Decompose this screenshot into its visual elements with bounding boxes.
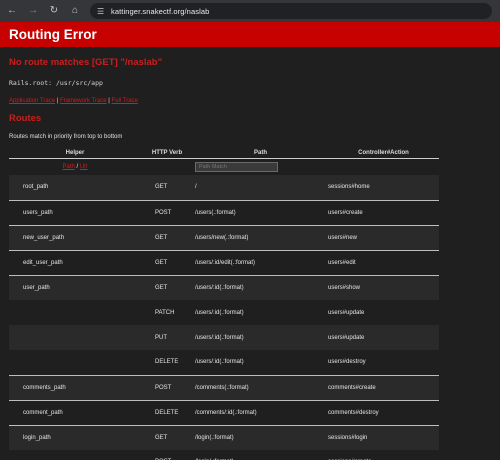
table-row: comment_path DELETE/comments/:id(.:format… — [9, 400, 439, 426]
helper-cell — [9, 450, 141, 460]
action-cell: comments#create — [328, 375, 439, 401]
path-cell: /login(.:format) — [193, 450, 328, 460]
full-trace-link[interactable]: Full Trace — [112, 98, 138, 104]
verb-cell: GET — [141, 425, 193, 450]
filter-row: Path / Url — [9, 158, 439, 175]
routes-heading: Routes — [9, 113, 42, 124]
url-text[interactable]: kattinger.snakectf.org/naslab — [111, 7, 209, 16]
table-row: comments_path POST/comments(.:format) comm… — [9, 375, 439, 401]
action-cell: sessions#home — [328, 175, 439, 201]
forward-icon[interactable]: → — [27, 5, 39, 17]
table-row: user_path GET/users/:id(.:format) users#sh… — [9, 275, 439, 300]
action-cell: users#show — [328, 275, 439, 300]
verb-cell: DELETE — [141, 350, 193, 376]
table-row: users_path POST/users(.:format) users#crea… — [9, 200, 439, 226]
helper-cell: users_path — [9, 200, 141, 226]
path-cell: /users(.:format) — [193, 200, 328, 226]
path-cell: /users/:id(.:format) — [193, 325, 328, 350]
column-header-action: Controller#Action — [328, 148, 439, 159]
action-cell: users#edit — [328, 250, 439, 276]
column-header-path: Path — [193, 148, 328, 159]
reload-icon[interactable]: ↻ — [48, 5, 60, 17]
action-cell: sessions#create — [328, 450, 439, 460]
verb-cell: GET — [141, 225, 193, 251]
table-row: PATCH/users/:id(.:format) users#update — [9, 300, 439, 325]
framework-trace-link[interactable]: Framework Trace — [60, 98, 107, 104]
site-info-icon[interactable]: ☰ — [97, 7, 106, 16]
path-format-link[interactable]: Path — [62, 164, 74, 170]
address-bar[interactable]: ☰ kattinger.snakectf.org/naslab — [90, 3, 492, 19]
table-row: DELETE/users/:id(.:format) users#destroy — [9, 350, 439, 376]
filter-path-cell — [193, 158, 328, 175]
verb-cell: POST — [141, 450, 193, 460]
action-cell: users#new — [328, 225, 439, 251]
table-row: new_user_path GET/users/new(.:format) user… — [9, 225, 439, 251]
routes-table: Helper HTTP Verb Path Controller#Action … — [9, 148, 439, 460]
path-cell: /users/:id(.:format) — [193, 300, 328, 325]
error-message: No route matches [GET] "/naslab" — [9, 57, 163, 68]
path-cell: /users/:id/edit(.:format) — [193, 250, 328, 276]
helper-cell — [9, 350, 141, 376]
column-header-helper: Helper — [9, 148, 141, 159]
table-row: PUT/users/:id(.:format) users#update — [9, 325, 439, 350]
helper-cell — [9, 300, 141, 325]
verb-cell: GET — [141, 250, 193, 276]
rails-root: Rails.root: /usr/src/app — [9, 79, 103, 87]
verb-cell: PATCH — [141, 300, 193, 325]
browser-toolbar: ← → ↻ ⌂ ☰ kattinger.snakectf.org/naslab — [0, 0, 500, 22]
routes-description: Routes match in priority from top to bot… — [9, 134, 123, 140]
helper-cell — [9, 325, 141, 350]
verb-cell: GET — [141, 275, 193, 300]
action-cell: sessions#login — [328, 425, 439, 450]
verb-cell: PUT — [141, 325, 193, 350]
helper-cell: root_path — [9, 175, 141, 201]
action-cell: users#update — [328, 300, 439, 325]
path-cell: /comments(.:format) — [193, 375, 328, 401]
url-format-link[interactable]: Url — [80, 164, 88, 170]
verb-cell: GET — [141, 175, 193, 201]
verb-cell: POST — [141, 375, 193, 401]
helper-cell: edit_user_path — [9, 250, 141, 276]
error-header: Routing Error — [0, 22, 500, 47]
filter-verb-cell — [141, 158, 193, 175]
action-cell: users#destroy — [328, 350, 439, 376]
verb-cell: DELETE — [141, 400, 193, 426]
table-row: root_path GET / sessions#home — [9, 175, 439, 201]
path-cell: / — [193, 175, 328, 201]
path-cell: /users/:id(.:format) — [193, 350, 328, 376]
table-row: POST/login(.:format)sessions#create — [9, 450, 439, 460]
verb-cell: POST — [141, 200, 193, 226]
back-icon[interactable]: ← — [6, 5, 18, 17]
application-trace-link[interactable]: Application Trace — [9, 98, 55, 104]
filter-action-cell — [328, 158, 439, 175]
helper-format-toggle: Path / Url — [9, 158, 141, 175]
home-icon[interactable]: ⌂ — [69, 5, 81, 17]
helper-cell: login_path — [9, 425, 141, 450]
helper-cell: comment_path — [9, 400, 141, 426]
action-cell: users#update — [328, 325, 439, 350]
helper-cell: user_path — [9, 275, 141, 300]
column-header-verb: HTTP Verb — [141, 148, 193, 159]
page-title: Routing Error — [9, 27, 97, 42]
helper-cell: comments_path — [9, 375, 141, 401]
action-cell: comments#destroy — [328, 400, 439, 426]
table-row: login_path GET/login(.:format) sessions#lo… — [9, 425, 439, 450]
trace-links: Application Trace | Framework Trace | Fu… — [9, 98, 491, 104]
page: Routing Error No route matches [GET] "/n… — [0, 22, 500, 460]
path-cell: /comments/:id(.:format) — [193, 400, 328, 426]
path-match-input[interactable] — [195, 161, 278, 172]
action-cell: users#create — [328, 200, 439, 226]
path-cell: /users/new(.:format) — [193, 225, 328, 251]
path-cell: /users/:id(.:format) — [193, 275, 328, 300]
table-row: edit_user_path GET/users/:id/edit(.:forma… — [9, 250, 439, 276]
path-cell: /login(.:format) — [193, 425, 328, 450]
helper-cell: new_user_path — [9, 225, 141, 251]
